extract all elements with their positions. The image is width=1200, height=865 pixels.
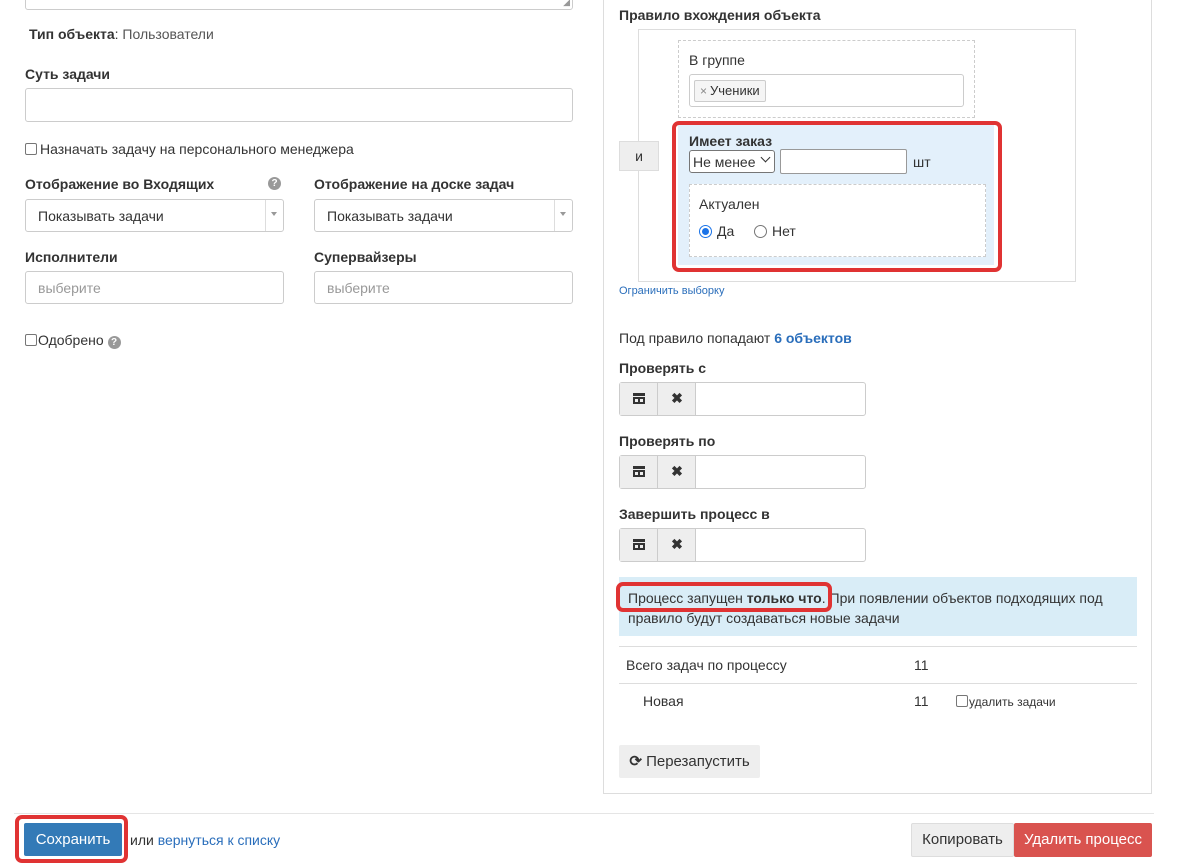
delete-process-button-label: Удалить процесс — [1023, 831, 1142, 848]
back-to-list: или вернуться к списку — [130, 832, 280, 848]
calendar-icon[interactable] — [620, 529, 658, 561]
finish-at-input[interactable] — [697, 529, 865, 561]
status-new-value: 11 — [914, 693, 929, 709]
question-circle-icon[interactable]: ? — [107, 336, 121, 349]
calendar-icon[interactable] — [620, 383, 658, 415]
stats-divider — [619, 646, 1137, 647]
task-essence-label: Суть задачи — [25, 66, 111, 82]
supervisors-placeholder: выберите — [327, 280, 390, 296]
inbox-display-select[interactable]: Показывать задачи — [25, 199, 284, 232]
chevron-down-icon[interactable] — [554, 200, 572, 231]
approved-label: Одобрено — [38, 332, 104, 348]
assign-personal-manager-label: Назначать задачу на персонального менедж… — [40, 141, 354, 157]
rule-matches-prefix: Под правило попадают — [619, 330, 771, 346]
group-tags-input[interactable]: × Ученики — [689, 74, 964, 107]
approved-checkbox[interactable] — [25, 334, 37, 346]
task-essence-input[interactable] — [25, 88, 573, 122]
copy-button-label: Копировать — [922, 831, 1003, 848]
in-group-label: В группе — [689, 52, 745, 68]
check-to-picker: ✖ — [619, 455, 866, 489]
clear-icon[interactable]: ✖ — [658, 529, 696, 561]
delete-tasks-label: удалить задачи — [969, 695, 1056, 709]
or-text: или — [130, 832, 154, 848]
check-to-label: Проверять по — [619, 433, 716, 449]
rule-matches-count[interactable]: 6 объектов — [774, 330, 852, 346]
status-rest: . При появлении объектов подходящих под — [821, 590, 1103, 606]
refresh-icon: ⟳ — [629, 753, 642, 770]
tag-remove-icon[interactable]: × — [700, 84, 707, 98]
status-line2: правило будут создаваться новые задачи — [628, 610, 900, 626]
rule-title: Правило вхождения объекта — [619, 7, 821, 23]
status-new-label: Новая — [643, 693, 684, 709]
board-display-value: Показывать задачи — [327, 208, 453, 224]
clear-icon[interactable]: ✖ — [658, 383, 696, 415]
check-from-picker: ✖ — [619, 382, 866, 416]
inbox-display-value: Показывать задачи — [38, 208, 164, 224]
resize-handle-icon[interactable]: ◢ — [563, 0, 570, 8]
check-to-input[interactable] — [697, 456, 865, 488]
total-tasks-value: 11 — [914, 657, 929, 673]
object-type: Тип объекта: Пользователи — [29, 26, 214, 42]
delete-tasks-checkbox[interactable] — [956, 695, 968, 707]
calendar-icon[interactable] — [620, 456, 658, 488]
object-type-label: Тип объекта — [29, 26, 115, 42]
and-button[interactable]: и — [619, 141, 659, 171]
group-tag: × Ученики — [694, 80, 766, 102]
approved[interactable]: Одобрено ? — [25, 332, 121, 349]
clear-icon[interactable]: ✖ — [658, 456, 696, 488]
back-to-list-link[interactable]: вернуться к списку — [158, 832, 280, 848]
stats-divider — [619, 683, 1137, 684]
board-display-select[interactable]: Показывать задачи — [314, 199, 573, 232]
executors-placeholder: выберите — [38, 280, 101, 296]
restart-button-label: Перезапустить — [646, 753, 750, 770]
executors-input[interactable]: выберите — [25, 271, 284, 304]
supervisors-input[interactable]: выберите — [314, 271, 573, 304]
finish-at-picker: ✖ — [619, 528, 866, 562]
and-button-label: и — [635, 148, 643, 164]
finish-at-label: Завершить процесс в — [619, 506, 770, 522]
assign-personal-manager[interactable]: Назначать задачу на персонального менедж… — [25, 141, 354, 157]
total-tasks-label: Всего задач по процессу — [626, 657, 787, 673]
check-from-label: Проверять с — [619, 360, 707, 376]
limit-selection-link[interactable]: Ограничить выборку — [619, 285, 724, 297]
highlight-has-order — [672, 121, 1002, 272]
chevron-down-icon[interactable] — [265, 200, 283, 231]
assign-personal-manager-checkbox[interactable] — [25, 143, 37, 155]
description-textarea[interactable]: ◢ — [25, 0, 573, 10]
restart-button[interactable]: ⟳ Перезапустить — [619, 745, 760, 778]
question-circle-icon[interactable]: ? — [268, 177, 281, 190]
copy-button[interactable]: Копировать — [911, 823, 1014, 857]
delete-tasks[interactable]: удалить задачи — [956, 695, 1056, 709]
footer-divider — [14, 813, 1154, 814]
executors-label: Исполнители — [25, 249, 118, 265]
delete-process-button[interactable]: Удалить процесс — [1014, 823, 1152, 857]
rule-matches: Под правило попадают 6 объектов — [619, 330, 852, 346]
highlight-status — [616, 582, 832, 612]
board-display-label: Отображение на доске задач — [314, 176, 515, 192]
inbox-display-label: Отображение во Входящих — [25, 176, 215, 192]
group-tag-label: Ученики — [710, 83, 760, 98]
highlight-save — [15, 815, 128, 863]
object-type-value: Пользователи — [122, 26, 214, 42]
supervisors-label: Супервайзеры — [314, 249, 417, 265]
check-from-input[interactable] — [697, 383, 865, 415]
